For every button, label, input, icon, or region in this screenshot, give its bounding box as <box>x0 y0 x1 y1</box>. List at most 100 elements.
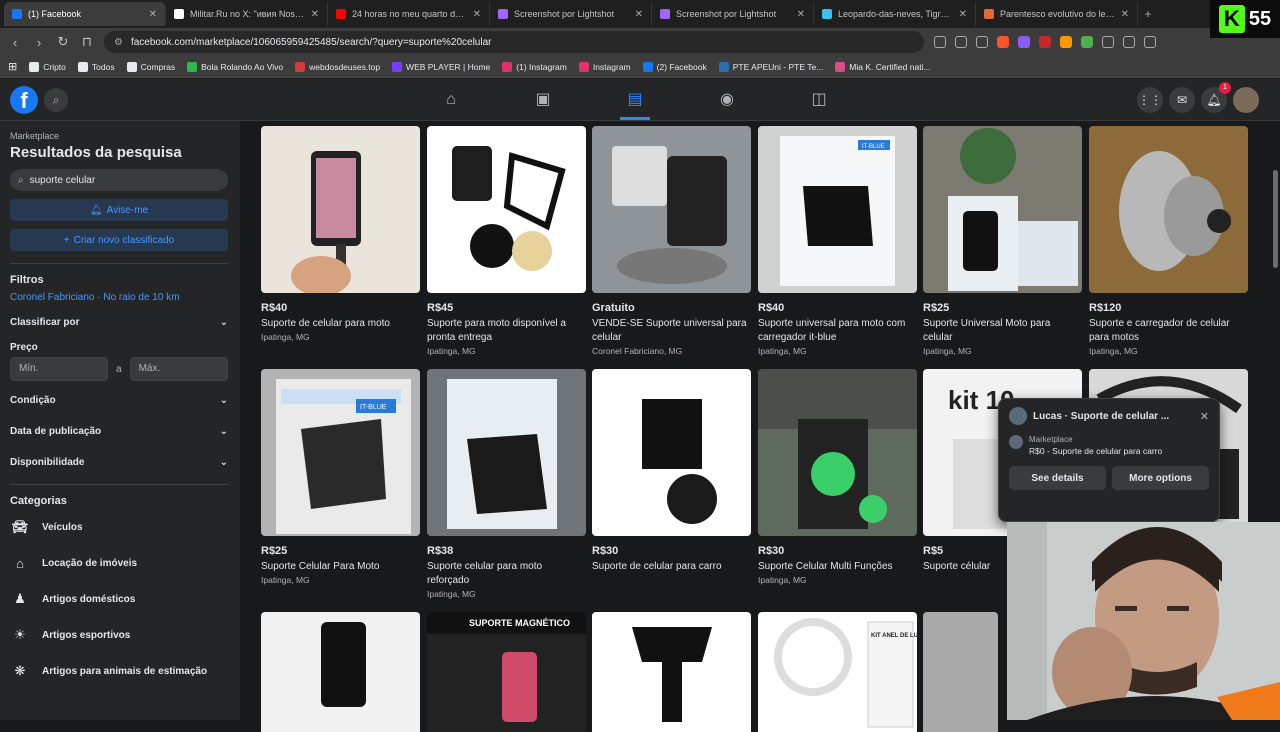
listing-image[interactable] <box>592 126 751 293</box>
see-details-button[interactable]: See details <box>1009 466 1106 490</box>
bookmark-item[interactable]: Compras <box>126 61 175 72</box>
close-icon[interactable]: ✕ <box>1200 410 1209 423</box>
menu-grid-icon[interactable]: ⋮⋮ <box>1137 87 1163 113</box>
puzzle-icon[interactable] <box>1102 36 1114 48</box>
listing-image[interactable] <box>592 369 751 536</box>
listing-image[interactable] <box>261 126 420 293</box>
browser-tab[interactable]: Screenshot por Lightshot ✕ <box>652 2 814 26</box>
bookmark-item[interactable]: webdosdeuses.top <box>295 61 380 72</box>
min-price-input[interactable]: Mín. <box>10 357 108 381</box>
apps-icon[interactable]: ⊞ <box>8 60 17 73</box>
listing-card[interactable]: R$38 Suporte celular para moto reforçado I… <box>427 369 586 599</box>
listing-image[interactable]: SUPORTE MAGNÉTICO <box>427 612 586 732</box>
brave-icon[interactable] <box>997 36 1009 48</box>
listing-card[interactable]: R$40 Suporte de celular para moto Ipatinga… <box>261 126 420 342</box>
listing-card[interactable]: Gratuito VENDE-SE Suporte universal para … <box>592 126 751 356</box>
bookmark-item[interactable]: (2) Facebook <box>642 61 707 72</box>
watch-icon[interactable]: ▣ <box>530 87 556 113</box>
bookmark-icon[interactable]: ⊓ <box>80 34 94 50</box>
browser-tab[interactable]: (1) Facebook ✕ <box>4 2 166 26</box>
browser-tab[interactable]: Screenshot por Lightshot ✕ <box>490 2 652 26</box>
browser-tab[interactable]: Parentesco evolutivo do leopardo-d ✕ <box>976 2 1138 26</box>
category-item[interactable]: ☀ Artigos esportivos <box>10 617 230 653</box>
listing-image[interactable] <box>1089 126 1248 293</box>
home-icon[interactable]: ⌂ <box>438 87 464 113</box>
notify-me-button[interactable]: 🔔︎ Avise-me <box>10 199 228 221</box>
profile-avatar[interactable] <box>1233 87 1259 113</box>
bookmark-item[interactable]: PTE APEUni - PTE Te... <box>718 61 823 72</box>
category-item[interactable]: ⌂ Locação de imóveis <box>10 545 230 581</box>
listing-card[interactable]: R$25 Suporte Universal Moto para celular I… <box>923 126 1082 356</box>
star-icon[interactable] <box>976 36 988 48</box>
facebook-logo-icon[interactable]: f <box>10 86 38 114</box>
bookmark-item[interactable]: Instagram <box>578 61 631 72</box>
close-tab-icon[interactable]: ✕ <box>1121 9 1129 20</box>
listing-card[interactable]: R$30 Suporte Celular Multi Funções Ipating… <box>758 369 917 585</box>
more-options-button[interactable]: More options <box>1112 466 1209 490</box>
bookmark-item[interactable]: Todos <box>77 61 115 72</box>
listing-image[interactable] <box>592 612 751 732</box>
search-input[interactable]: ⌕ suporte celular <box>10 169 228 191</box>
extension-red-icon[interactable] <box>1039 36 1051 48</box>
browser-tab[interactable]: 24 horas no meu quarto de 7ril na C ✕ <box>328 2 490 26</box>
listing-card[interactable]: R$120 Suporte e carregador de celular par… <box>1089 126 1248 356</box>
close-tab-icon[interactable]: ✕ <box>797 9 805 20</box>
reload-icon[interactable]: ↻ <box>56 34 70 50</box>
popup-title[interactable]: Lucas · Suporte de celular ... <box>1033 411 1169 422</box>
bookmark-item[interactable]: Bola Rolando Ao Vivo <box>187 61 283 72</box>
close-tab-icon[interactable]: ✕ <box>635 9 643 20</box>
listing-image[interactable] <box>261 612 420 732</box>
sort-dropdown[interactable]: Classificar por ⌄ <box>10 307 228 338</box>
listing-card[interactable]: IT-BLUE R$40 Suporte universal para moto c… <box>758 126 917 356</box>
messenger-icon[interactable]: ✉ <box>1169 87 1195 113</box>
new-tab-icon[interactable]: + <box>1138 7 1158 21</box>
search-icon[interactable]: ⌕ <box>44 88 68 112</box>
extension-orange-icon[interactable] <box>1060 36 1072 48</box>
bookmark-item[interactable]: (1) Instagram <box>502 61 567 72</box>
listing-image[interactable]: IT-BLUE <box>758 126 917 293</box>
listing-image[interactable] <box>427 126 586 293</box>
close-tab-icon[interactable]: ✕ <box>311 9 319 20</box>
listing-card[interactable]: KIT ANEL DE LUZ COM TRIPÉ <box>758 612 917 732</box>
category-item[interactable]: 🚘︎ Veículos <box>10 509 230 545</box>
bookmark-item[interactable]: WEB PLAYER | Home <box>392 61 490 72</box>
share-icon[interactable] <box>955 36 967 48</box>
close-tab-icon[interactable]: ✕ <box>473 9 481 20</box>
listing-card[interactable] <box>592 612 751 732</box>
forward-icon[interactable]: › <box>32 35 46 50</box>
condition-dropdown[interactable]: Condição ⌄ <box>10 385 228 416</box>
listing-card[interactable]: R$45 Suporte para moto disponível a pront… <box>427 126 586 356</box>
category-item[interactable]: ♟ Artigos domésticos <box>10 581 230 617</box>
bookmark-item[interactable]: Cripto <box>29 61 66 72</box>
listing-image[interactable]: IT-BLUE <box>261 369 420 536</box>
groups-icon[interactable]: ◉ <box>714 87 740 113</box>
listing-card[interactable]: SUPORTE MAGNÉTICO <box>427 612 586 732</box>
extension-purple-icon[interactable] <box>1018 36 1030 48</box>
cast-icon[interactable] <box>934 36 946 48</box>
listing-card[interactable]: IT-BLUE R$25 Suporte Celular Para Moto Ipat… <box>261 369 420 585</box>
listing-image[interactable] <box>923 612 998 732</box>
extension-green-icon[interactable] <box>1081 36 1093 48</box>
category-item[interactable]: ❋ Artigos para animais de estimação <box>10 653 230 689</box>
bookmark-item[interactable]: Mia K. Certified nati... <box>835 61 931 72</box>
breadcrumb[interactable]: Marketplace <box>10 131 230 141</box>
max-price-input[interactable]: Máx. <box>129 357 228 381</box>
listing-image[interactable]: KIT ANEL DE LUZ COM TRIPÉ <box>758 612 917 732</box>
listing-card[interactable]: R$30 Suporte de celular para carro <box>592 369 751 574</box>
create-listing-button[interactable]: + Criar novo classificado <box>10 229 228 251</box>
site-info-icon[interactable]: ⚙ <box>114 37 123 48</box>
page-scrollbar[interactable] <box>1273 170 1278 268</box>
availability-dropdown[interactable]: Disponibilidade ⌄ <box>10 447 228 478</box>
marketplace-icon[interactable]: ▤ <box>622 87 648 113</box>
sidepanel-icon[interactable] <box>1144 36 1156 48</box>
browser-tab[interactable]: Militar.Ru no X: "ивия Nosso compa ✕ <box>166 2 328 26</box>
listing-image[interactable] <box>923 126 1082 293</box>
close-tab-icon[interactable]: ✕ <box>149 9 157 20</box>
listing-card[interactable] <box>261 612 420 732</box>
listing-image[interactable] <box>427 369 586 536</box>
gaming-icon[interactable]: ◫ <box>806 87 832 113</box>
back-icon[interactable]: ‹ <box>8 35 22 50</box>
media-icon[interactable] <box>1123 36 1135 48</box>
url-field[interactable]: ⚙ facebook.com/marketplace/1060659594254… <box>104 31 924 53</box>
location-filter[interactable]: Coronel Fabriciano · No raio de 10 km <box>10 292 230 303</box>
